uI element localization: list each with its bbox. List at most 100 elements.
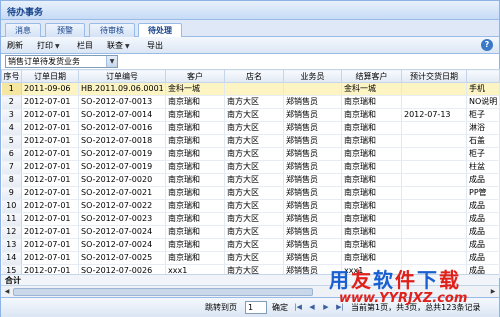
column-header[interactable] (466, 69, 500, 83)
table-cell: 柜子 (466, 108, 500, 122)
column-header[interactable]: 业务员 (283, 69, 342, 83)
table-header-row: 序号 订单日期 订单编号 客户 店名 业务员 结算客户 预计交货日期 (1, 69, 500, 83)
table-row[interactable]: 7 2012-07-01 SO-2012-07-0019 南京瑞和 南方大区 郑销售员 南京… (1, 160, 500, 174)
table-cell (401, 238, 467, 252)
table-cell: 金科一城 (165, 82, 225, 96)
table-cell: 郑销售员 (283, 238, 342, 252)
table-row[interactable]: 11 2012-07-01 SO-2012-07-0023 南京瑞和 南方大区 郑销售员南… (1, 212, 500, 226)
table-cell: SO-2012-07-0013 (78, 95, 166, 109)
table-row[interactable]: 5 2012-07-01 SO-2012-07-0018 南京瑞和 南方大区 郑销售员 南京… (1, 134, 500, 148)
prev-page-icon[interactable]: ◀ (307, 302, 317, 313)
table-row[interactable]: 9 2012-07-01 SO-2012-07-0021 南京瑞和 南方大区 郑销售员 南京… (1, 186, 500, 200)
tab-alerts[interactable]: 预警 (45, 23, 85, 37)
refresh-button[interactable]: 刷新 (7, 40, 23, 51)
table-cell: SO-2012-07-0019 (78, 160, 166, 174)
row-number-cell: 5 (1, 134, 22, 148)
table-cell: 柱盆 (466, 160, 500, 174)
table-cell: 南方大区 (224, 147, 284, 161)
table-cell: SO-2012-07-0022 (78, 199, 166, 213)
table-cell: 郑销售员 (283, 251, 342, 265)
watermark-logo-text: 用友软件下载 (329, 264, 461, 293)
table-cell: 郑销售员 (283, 134, 342, 148)
table-row[interactable]: 1 2011-09-06 HB.2011.09.06.0001 金科一城 金科一城 手机 (1, 82, 500, 96)
row-number-cell: 11 (1, 212, 22, 226)
table-cell: 南京瑞和 (165, 95, 225, 109)
table-cell: 2012-07-01 (21, 160, 79, 174)
row-number-cell: 14 (1, 251, 22, 265)
table-cell: SO-2012-07-0021 (78, 186, 166, 200)
table-row[interactable]: 3 2012-07-01 SO-2012-07-0014 南京瑞和 南方大区 郑销售员 南京… (1, 108, 500, 122)
table-cell (401, 212, 467, 226)
table-cell: 成品 (466, 212, 500, 226)
table-cell (401, 225, 467, 239)
column-header[interactable]: 订单日期 (21, 69, 79, 83)
table-cell: 2012-07-01 (21, 108, 79, 122)
table-cell: 南方大区 (224, 251, 284, 265)
table-cell: 2012-07-13 (401, 108, 467, 122)
table-cell: 南京瑞和 (165, 251, 225, 265)
row-number-cell: 9 (1, 186, 22, 200)
tab-messages[interactable]: 消息 (5, 23, 41, 37)
page-number-input[interactable] (245, 301, 267, 314)
table-row[interactable]: 14 2012-07-01 SO-2012-07-0025 南京瑞和 南方大区 郑销售员南… (1, 251, 500, 265)
table-cell (401, 147, 467, 161)
table-cell: 南京瑞和 (165, 160, 225, 174)
table-row[interactable]: 6 2012-07-01 SO-2012-07-0019 南京瑞和 南方大区 郑销售员 南京… (1, 147, 500, 161)
table-cell: 成品 (466, 238, 500, 252)
business-type-value: 销售订单待发货业务 (8, 57, 80, 66)
table-cell: 南方大区 (224, 134, 284, 148)
export-button[interactable]: 导出 (147, 40, 163, 51)
table-cell: 南京瑞和 (341, 225, 402, 239)
watermark-char: 友 (351, 268, 373, 292)
link-query-button[interactable]: 联查 ▼ (107, 40, 130, 52)
table-cell: 南京瑞和 (341, 95, 402, 109)
first-page-icon[interactable]: |◀ (293, 302, 303, 313)
business-type-select[interactable]: 销售订单待发货业务 ▼ (5, 55, 118, 68)
column-header[interactable]: 预计交货日期 (401, 69, 467, 83)
link-query-label: 联查 (107, 41, 123, 50)
column-header[interactable]: 客户 (165, 69, 225, 83)
table-cell: 2012-07-01 (21, 173, 79, 187)
table-cell: 南京瑞和 (165, 225, 225, 239)
table-cell: 南京瑞和 (165, 199, 225, 213)
columns-button[interactable]: 栏目 (77, 40, 93, 51)
help-icon[interactable]: ? (481, 39, 493, 51)
table-row[interactable]: 2 2012-07-01 SO-2012-07-0013 南京瑞和 南方大区 郑销售员 南京… (1, 95, 500, 109)
column-header[interactable]: 店名 (224, 69, 284, 83)
column-header[interactable]: 结算客户 (341, 69, 402, 83)
tab-pending-review[interactable]: 待审核 (89, 23, 135, 37)
table-cell: SO-2012-07-0025 (78, 251, 166, 265)
table-cell: 2012-07-01 (21, 238, 79, 252)
table-cell: 南京瑞和 (341, 147, 402, 161)
row-number-cell: 10 (1, 199, 22, 213)
table-cell: SO-2012-07-0016 (78, 121, 166, 135)
table-row[interactable]: 8 2012-07-01 SO-2012-07-0020 南京瑞和 南方大区 郑销售员 南京… (1, 173, 500, 187)
table-cell: 成品 (466, 251, 500, 265)
table-cell: 2011-09-06 (21, 82, 79, 96)
table-row[interactable]: 12 2012-07-01 SO-2012-07-0024 南京瑞和 南方大区 郑销售员南… (1, 225, 500, 239)
table-cell: SO-2012-07-0020 (78, 173, 166, 187)
table-cell: 郑销售员 (283, 199, 342, 213)
table-cell: 南京瑞和 (341, 212, 402, 226)
print-button[interactable]: 打印 ▼ (37, 40, 60, 52)
table-cell (401, 160, 467, 174)
table-cell: 郑销售员 (283, 160, 342, 174)
tab-pending-process[interactable]: 待处理 (138, 23, 182, 38)
row-number-cell: 12 (1, 225, 22, 239)
table-cell: 成品 (466, 199, 500, 213)
table-row[interactable]: 10 2012-07-01 SO-2012-07-0022 南京瑞和 南方大区 郑销售员南… (1, 199, 500, 213)
table-cell: 南方大区 (224, 173, 284, 187)
chevron-down-icon[interactable]: ▼ (106, 56, 117, 67)
column-header[interactable]: 订单编号 (78, 69, 166, 83)
table-cell: 南方大区 (224, 95, 284, 109)
table-cell: 南京瑞和 (341, 186, 402, 200)
table-row[interactable]: 13 2012-07-01 SO-2012-07-0024 南京瑞和 南方大区 郑销售员南… (1, 238, 500, 252)
scrollbar-thumb[interactable] (13, 288, 313, 296)
scroll-left-icon[interactable]: ◀ (2, 287, 12, 297)
table-cell: 手机 (466, 82, 500, 96)
watermark-char: 下 (417, 268, 439, 292)
table-cell: 郑销售员 (283, 121, 342, 135)
column-header[interactable]: 序号 (1, 69, 22, 83)
table-row[interactable]: 4 2012-07-01 SO-2012-07-0016 南京瑞和 南方大区 郑销售员 南京… (1, 121, 500, 135)
confirm-button[interactable]: 确定 (272, 303, 288, 313)
